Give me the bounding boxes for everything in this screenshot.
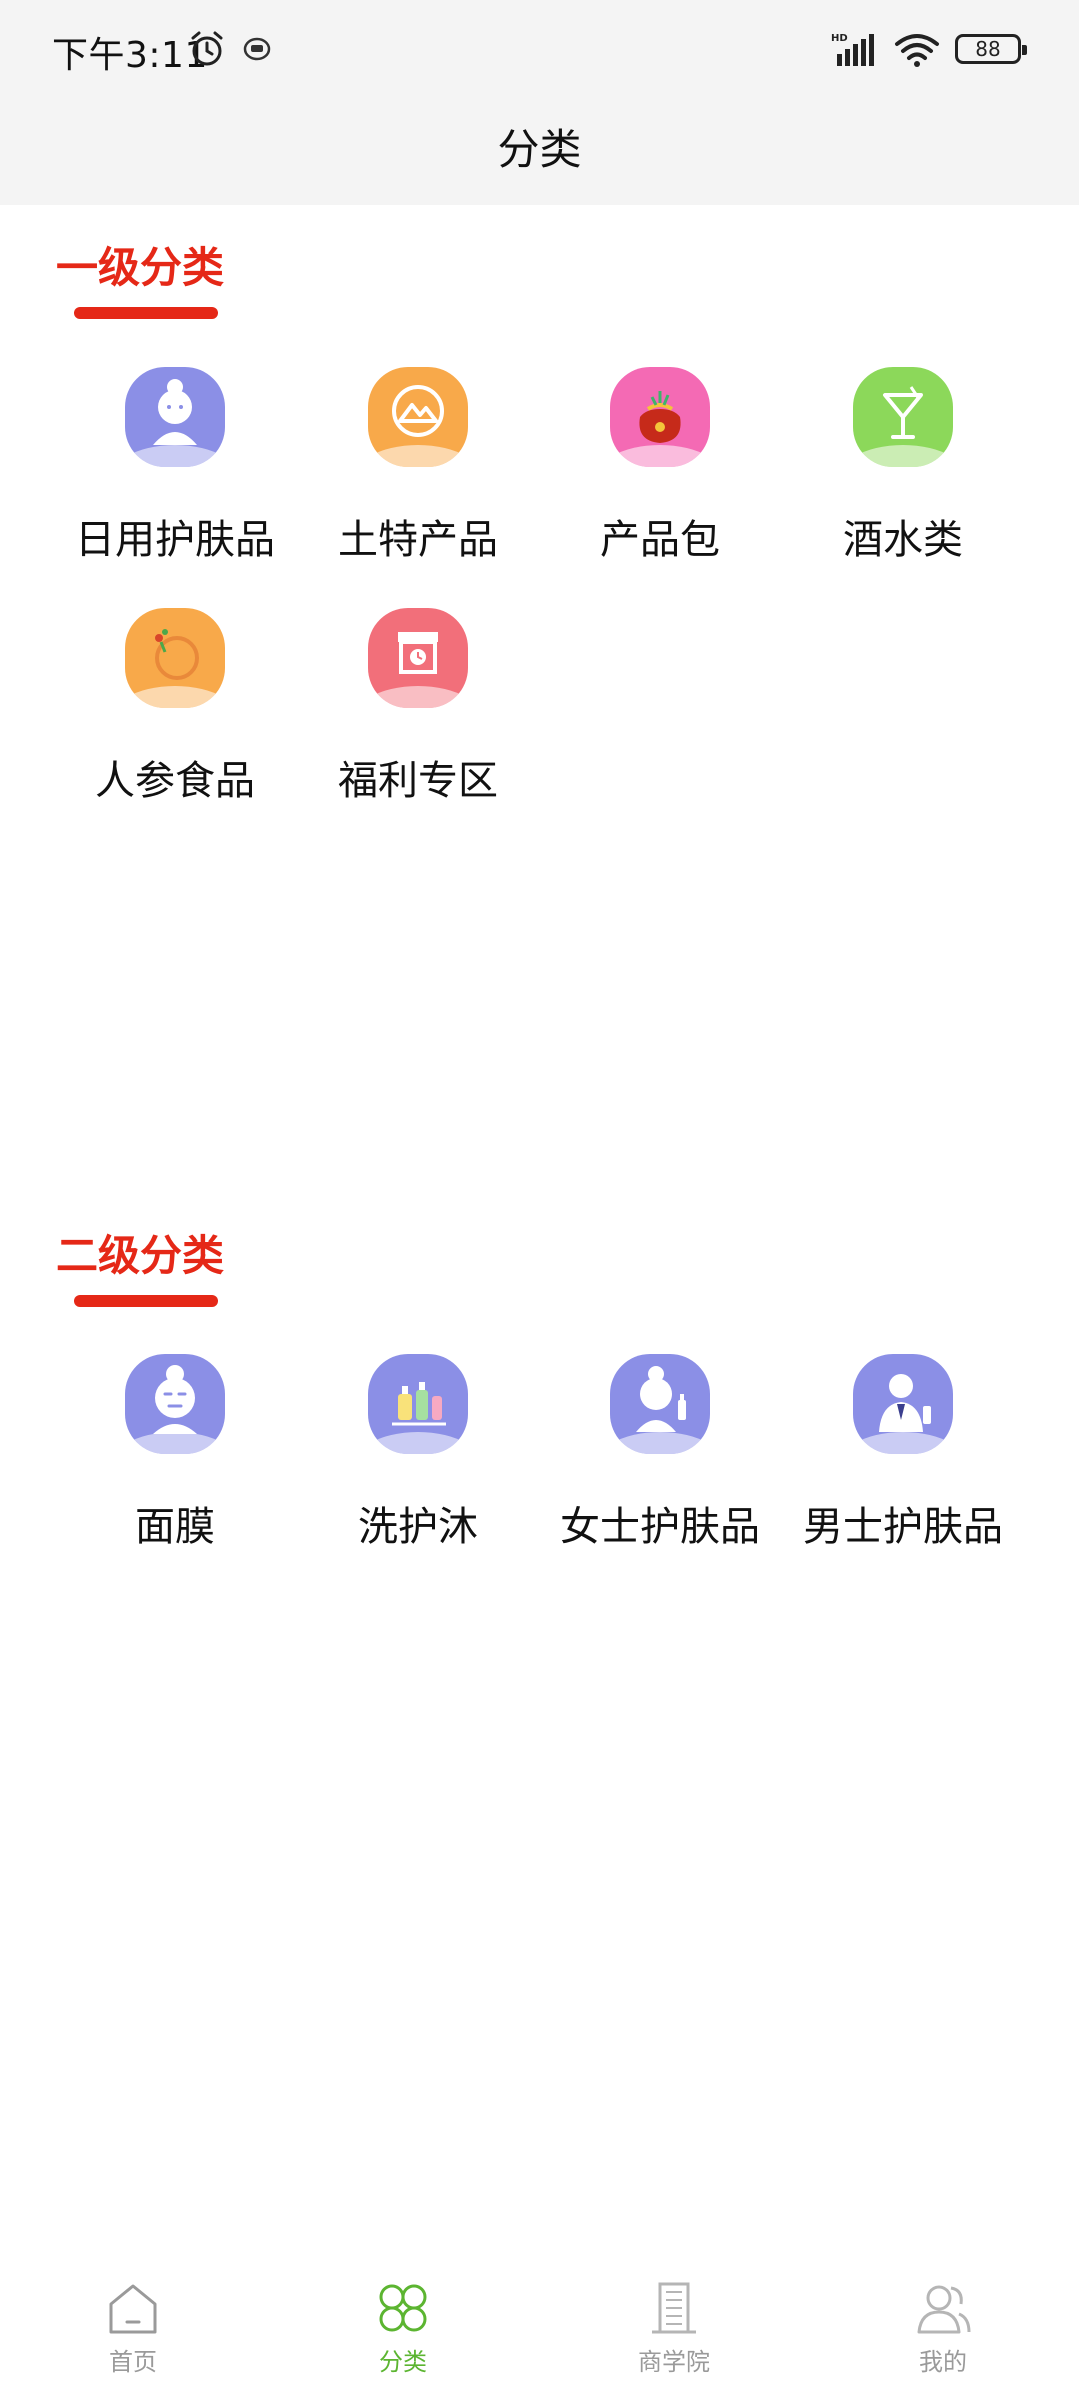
- man-skincare-icon: [853, 1354, 953, 1454]
- notification-icon: [243, 37, 271, 61]
- bottles-icon: [368, 1354, 468, 1454]
- category-beverages[interactable]: 酒水类: [783, 367, 1023, 577]
- home-icon: [109, 2284, 157, 2334]
- category-local-specialty[interactable]: 土特产品: [298, 367, 538, 577]
- category-men-skincare[interactable]: 男士护肤品: [783, 1354, 1023, 1564]
- category-ginseng-food[interactable]: 人参食品: [55, 608, 295, 818]
- user-icon: [917, 2285, 971, 2334]
- status-indicators: HD 88: [831, 28, 1027, 70]
- battery-level: 88: [975, 37, 1001, 61]
- nav-category[interactable]: 分类: [303, 2278, 503, 2388]
- category-welfare-zone[interactable]: 福利专区: [298, 608, 538, 818]
- battery-indicator: 88: [955, 34, 1027, 64]
- cellular-signal-icon: HD: [831, 33, 874, 66]
- cocktail-glass-icon: [853, 367, 953, 467]
- woman-face-icon: [125, 367, 225, 467]
- category-page: 下午3:11 HD 88 分类 一级分类 日用护肤品 土特产品 产品包 酒水类 …: [0, 0, 1079, 2399]
- nav-label: 分类: [379, 2348, 427, 2376]
- building-icon: [652, 2282, 696, 2334]
- network-type-label: HD: [831, 33, 848, 44]
- category-label: 福利专区: [338, 758, 498, 804]
- level2-title-underline: [74, 1295, 218, 1307]
- category-icon: [379, 2284, 427, 2332]
- category-label: 人参食品: [95, 758, 255, 804]
- level1-section-title: 一级分类: [56, 243, 225, 292]
- level2-section-title: 二级分类: [56, 1231, 225, 1280]
- category-face-mask[interactable]: 面膜: [55, 1354, 295, 1564]
- page-title: 分类: [497, 125, 582, 174]
- category-women-skincare[interactable]: 女士护肤品: [540, 1354, 780, 1564]
- ginseng-icon: [125, 608, 225, 708]
- category-label: 日用护肤品: [75, 517, 275, 563]
- category-label: 产品包: [600, 517, 720, 563]
- category-label: 洗护沐: [358, 1504, 478, 1550]
- category-label: 男士护肤品: [803, 1504, 1003, 1550]
- nav-profile[interactable]: 我的: [843, 2278, 1043, 2388]
- nav-business-school[interactable]: 商学院: [574, 2278, 774, 2388]
- gift-bag-icon: [610, 367, 710, 467]
- category-label: 面膜: [135, 1504, 215, 1550]
- bottom-nav: 首页 分类 商学院 我的: [0, 2250, 1079, 2399]
- status-time: 下午3:11: [52, 35, 208, 76]
- wifi-icon: [895, 34, 939, 67]
- category-label: 女士护肤品: [560, 1504, 760, 1550]
- category-label: 土特产品: [338, 517, 498, 563]
- nav-label: 首页: [109, 2348, 157, 2376]
- category-product-pack[interactable]: 产品包: [540, 367, 780, 577]
- face-mask-icon: [125, 1354, 225, 1454]
- category-daily-skincare[interactable]: 日用护肤品: [55, 367, 295, 577]
- mountain-icon: [368, 367, 468, 467]
- woman-skincare-icon: [610, 1354, 710, 1454]
- category-label: 酒水类: [843, 517, 963, 563]
- nav-home[interactable]: 首页: [33, 2278, 233, 2388]
- alarm-icon: [191, 31, 223, 66]
- top-bar: 下午3:11 HD 88 分类: [0, 0, 1079, 205]
- welfare-box-icon: [368, 608, 468, 708]
- nav-label: 我的: [919, 2348, 967, 2376]
- level1-title-underline: [74, 307, 218, 319]
- category-wash-care[interactable]: 洗护沐: [298, 1354, 538, 1564]
- nav-label: 商学院: [638, 2348, 710, 2376]
